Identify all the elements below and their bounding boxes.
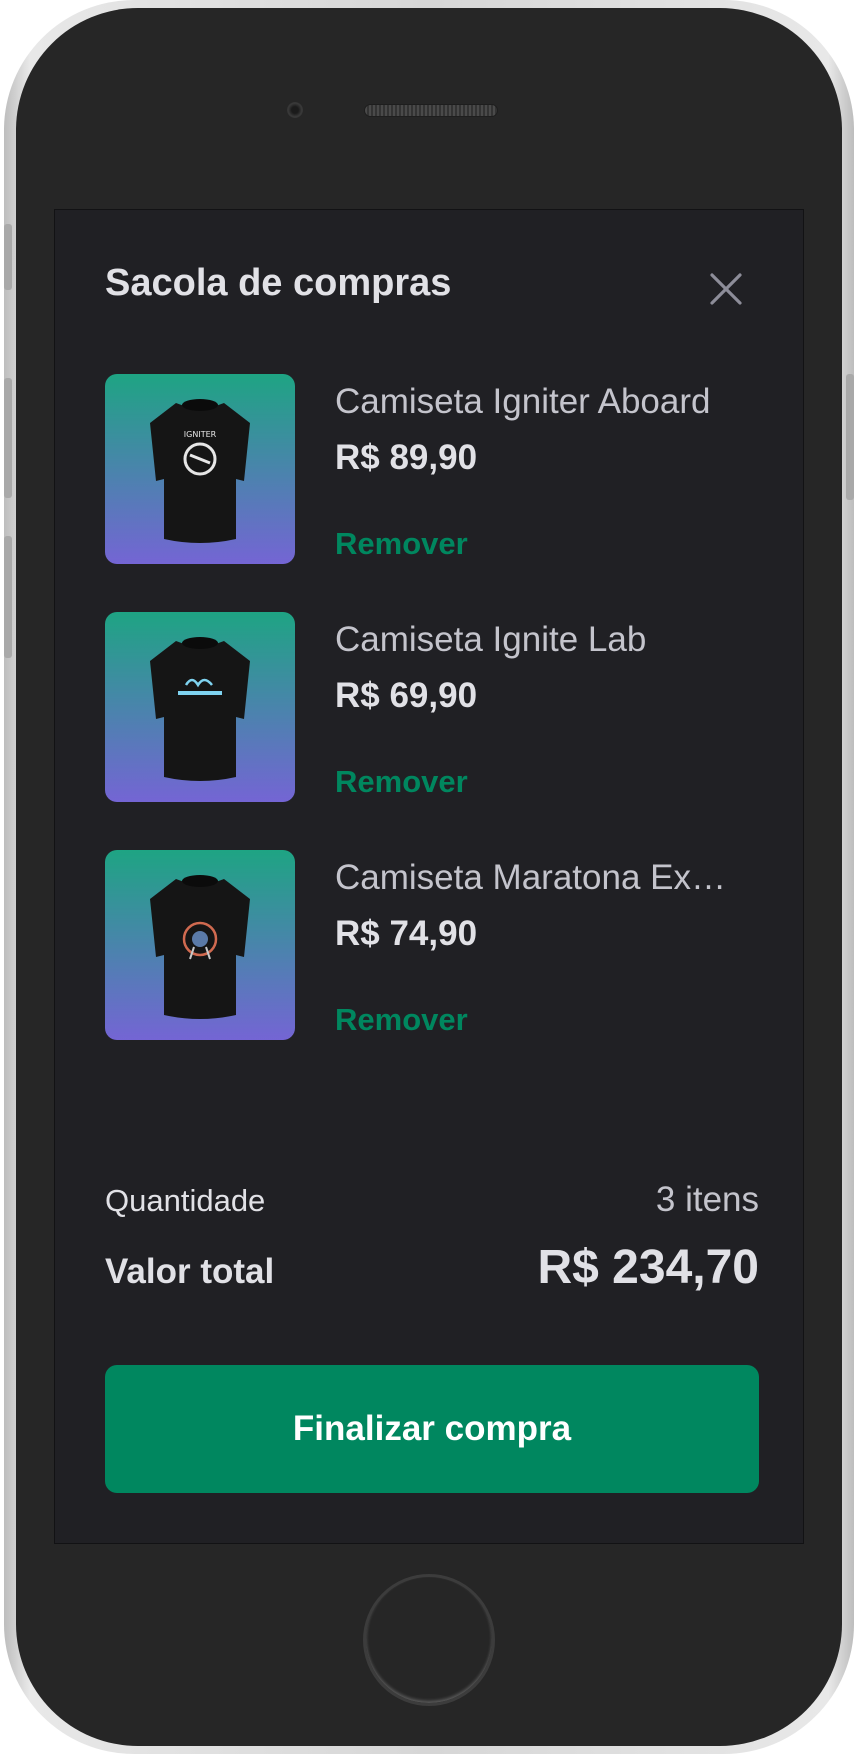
checkout-button[interactable]: Finalizar compra [105,1365,759,1493]
quantity-label: Quantidade [105,1183,266,1218]
power-button [846,374,854,500]
product-price: R$ 74,90 [335,914,478,953]
volume-up-button [4,378,12,498]
product-image [105,612,295,802]
shopping-bag-panel: Sacola de compras IGNITER Camiseta Ignit… [54,209,804,1544]
quantity-value: 3 itens [655,1180,759,1219]
product-name: Camiseta Igniter Aboard [335,382,711,421]
front-camera [287,102,303,118]
product-image [105,850,295,1040]
bag-item: Camiseta Ignite Lab R$ 69,90 Remover [105,612,765,802]
remove-button[interactable]: Remover [335,764,468,800]
total-label: Valor total [105,1252,275,1291]
volume-down-button [4,536,12,658]
product-name: Camiseta Ignite Lab [335,620,647,659]
earpiece-speaker [364,104,498,117]
product-price: R$ 89,90 [335,438,478,477]
remove-button[interactable]: Remover [335,526,468,562]
home-button[interactable] [363,1574,495,1706]
product-price: R$ 69,90 [335,676,478,715]
quantity-row: Quantidade 3 itens [105,1180,759,1220]
close-button[interactable] [706,269,746,309]
remove-button[interactable]: Remover [335,1002,468,1038]
bag-title: Sacola de compras [105,262,452,304]
total-row: Valor total R$ 234,70 [105,1240,759,1295]
mute-switch [4,224,12,290]
t-shirt-icon [150,875,250,1019]
t-shirt-icon: IGNITER [150,399,250,543]
product-name: Camiseta Maratona Explorer [335,858,735,897]
product-image: IGNITER [105,374,295,564]
close-icon [710,273,742,305]
bag-item: IGNITER Camiseta Igniter Aboard R$ 89,90… [105,374,765,564]
svg-text:IGNITER: IGNITER [184,430,217,439]
t-shirt-icon [150,637,250,781]
bag-item: Camiseta Maratona Explorer R$ 74,90 Remo… [105,850,765,1040]
total-value: R$ 234,70 [537,1241,759,1294]
bag-item-list: IGNITER Camiseta Igniter Aboard R$ 89,90… [105,374,765,1088]
